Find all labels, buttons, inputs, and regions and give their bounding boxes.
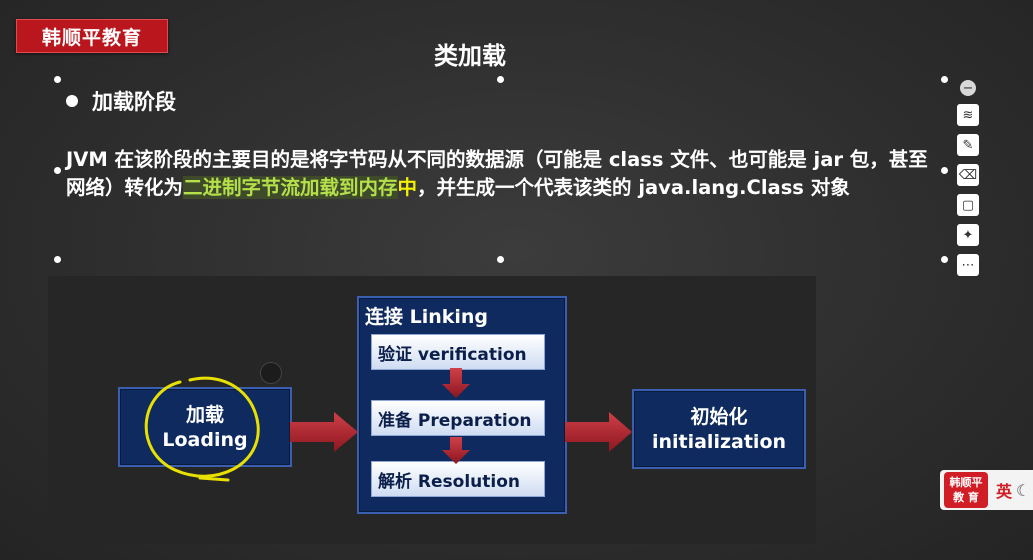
slide-canvas: 韩顺平教育 类加载 加载阶段 JVM 在该阶段的主要目的是将字节码从不同的数据源… [0, 0, 1033, 560]
linking-box: 连接 Linking 验证 verification 准备 Preparatio… [357, 296, 567, 514]
slide-toolbar: − ≋ ✎ ⌫ ▢ ✦ ⋯ [957, 80, 979, 276]
selection-handle-tl[interactable] [54, 76, 61, 83]
initialization-box: 初始化 initialization [632, 389, 806, 469]
logo-line1: 韩顺平 [949, 476, 983, 489]
linking-title: 连接 Linking [365, 306, 489, 328]
selection-handle-tr[interactable] [941, 76, 948, 83]
linking-step-resolution: 解析 Resolution [371, 461, 545, 497]
logo-line2: 教 育 [953, 491, 979, 504]
selection-handle-ml[interactable] [54, 167, 61, 174]
section-heading-text: 加载阶段 [92, 90, 176, 114]
moon-icon[interactable]: ☾ [1016, 481, 1030, 500]
selection-handle-tm[interactable] [497, 76, 504, 83]
selection-handle-bl[interactable] [54, 256, 61, 263]
selection-handle-br[interactable] [941, 256, 948, 263]
paragraph-highlight-yellow: 中 [397, 176, 418, 199]
initialization-label-en: initialization [651, 431, 787, 453]
loading-label-en: Loading [162, 429, 248, 451]
more-icon[interactable]: ⋯ [957, 254, 979, 276]
logo-badge[interactable]: 韩顺平 教 育 英 ☾ [940, 470, 1033, 510]
bullet-icon [66, 95, 78, 107]
logo-square: 韩顺平 教 育 [944, 472, 988, 508]
selection-handle-mr[interactable] [941, 167, 948, 174]
loading-label-zh: 加载 [185, 404, 224, 426]
brand-badge: 韩顺平教育 [16, 19, 168, 53]
eraser-icon[interactable]: ⌫ [957, 164, 979, 186]
bulb-icon[interactable]: ✦ [957, 224, 979, 246]
initialization-label-zh: 初始化 [690, 406, 748, 428]
paragraph-highlight-green: 二进制字节流加载到内存 [183, 176, 398, 199]
layers-icon[interactable]: ≋ [957, 104, 979, 126]
pen-icon[interactable]: ✎ [957, 134, 979, 156]
paragraph-part2: ，并生成一个代表该类的 java.lang.Class 对象 [417, 176, 850, 199]
language-toggle[interactable]: 英 [996, 478, 1012, 502]
pointer-cursor-icon [260, 362, 282, 384]
brand-label: 韩顺平教育 [41, 26, 142, 49]
section-heading: 加载阶段 [66, 86, 176, 116]
minus-icon[interactable]: − [960, 80, 976, 96]
linking-step-verification: 验证 verification [371, 334, 545, 370]
linking-step-preparation: 准备 Preparation [371, 400, 545, 436]
loading-box: 加载 Loading [118, 387, 292, 467]
selection-handle-bm[interactable] [497, 256, 504, 263]
description-paragraph[interactable]: JVM 在该阶段的主要目的是将字节码从不同的数据源（可能是 class 文件、也… [66, 146, 936, 202]
slide-title[interactable]: 类加载 [410, 36, 530, 71]
page-icon[interactable]: ▢ [957, 194, 979, 216]
